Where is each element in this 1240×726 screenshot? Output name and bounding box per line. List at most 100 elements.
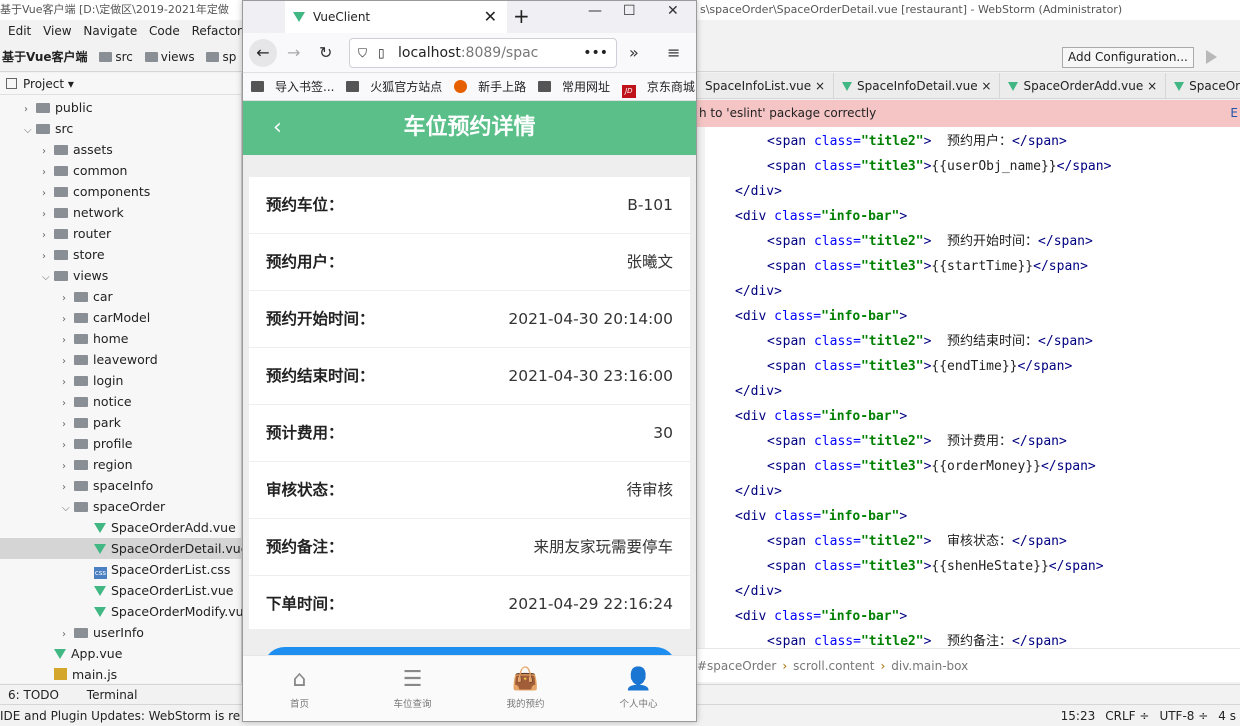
editor-tab[interactable]: SpaceInfoList.vue × [697, 73, 835, 98]
add-configuration-button[interactable]: Add Configuration... [1062, 47, 1194, 68]
tree-item[interactable]: › store [0, 244, 242, 265]
caret-position[interactable]: 15:23 [1061, 709, 1096, 723]
todo-tab[interactable]: 6: TODO [8, 688, 59, 702]
code-crumb-item[interactable]: div.main-box [891, 659, 968, 673]
chevron-right-icon[interactable]: › [42, 225, 54, 246]
chevron-down-icon[interactable]: ⌵ [24, 120, 36, 141]
tree-item[interactable]: › router [0, 223, 242, 244]
indent-setting[interactable]: 4 s [1218, 709, 1236, 723]
url-bar[interactable]: ⛉ ▯ localhost:8089/spac ••• [349, 38, 617, 68]
tree-item[interactable]: › components [0, 181, 242, 202]
tree-item[interactable]: › region [0, 454, 242, 475]
page-icon[interactable]: ▯ [378, 39, 385, 67]
tree-item[interactable]: › park [0, 412, 242, 433]
page-actions-icon[interactable]: ••• [583, 39, 608, 67]
chevron-right-icon[interactable]: › [62, 288, 74, 309]
bookmark-item[interactable]: JD 京东商城 [621, 80, 695, 98]
browser-tab[interactable]: VueClient ✕ [285, 1, 507, 33]
breadcrumb-project[interactable]: 基于Vue客户端 [2, 50, 88, 64]
line-separator[interactable]: CRLF ÷ [1105, 709, 1149, 723]
chevron-right-icon[interactable]: › [62, 456, 74, 477]
close-tab-icon[interactable]: ✕ [484, 1, 497, 33]
chevron-right-icon[interactable]: › [62, 477, 74, 498]
breadcrumb-src[interactable]: src [115, 50, 133, 64]
menu-icon[interactable]: ≡ [667, 43, 680, 62]
menu-edit[interactable]: Edit [8, 24, 31, 38]
tree-item[interactable]: › network [0, 202, 242, 223]
chevron-right-icon[interactable]: › [62, 372, 74, 393]
tab-item[interactable]: ⌂ 首页 [243, 656, 356, 722]
chevron-right-icon[interactable]: › [24, 99, 36, 120]
code-crumb-item[interactable]: #spaceOrder [697, 659, 776, 673]
tree-item[interactable]: › spaceInfo [0, 475, 242, 496]
menu-view[interactable]: View [43, 24, 71, 38]
tree-item[interactable]: › home [0, 328, 242, 349]
back-icon[interactable]: ← [249, 39, 277, 67]
tree-item[interactable]: › userInfo [0, 622, 242, 643]
run-icon[interactable] [1206, 50, 1217, 64]
tree-item[interactable]: ⌵ spaceOrder [0, 496, 242, 517]
tree-item[interactable]: SpaceOrderModify.vu [0, 601, 244, 622]
tree-item[interactable]: App.vue [0, 643, 242, 664]
tree-item[interactable]: css SpaceOrderList.css [0, 559, 242, 580]
editor-tab[interactable]: SpaceOrde [1166, 73, 1240, 98]
tree-item[interactable]: SpaceOrderAdd.vue [0, 517, 242, 538]
tab-item[interactable]: ☰ 车位查询 [356, 656, 469, 722]
overflow-icon[interactable]: » [629, 43, 639, 62]
editor-tab[interactable]: SpaceOrderAdd.vue × [1000, 73, 1167, 98]
tree-item[interactable]: › notice [0, 391, 242, 412]
chevron-right-icon[interactable]: › [62, 351, 74, 372]
chevron-right-icon[interactable]: › [62, 309, 74, 330]
tree-item[interactable]: ⌵ views [0, 265, 242, 286]
tree-item[interactable]: › assets [0, 139, 242, 160]
chevron-right-icon[interactable]: › [62, 414, 74, 435]
chevron-right-icon[interactable]: › [42, 183, 54, 204]
tree-item[interactable]: › public [0, 97, 242, 118]
close-window-icon[interactable]: ✕ [667, 3, 679, 19]
shield-icon[interactable]: ⛉ [358, 39, 367, 67]
chevron-right-icon[interactable]: › [42, 246, 54, 267]
chevron-down-icon[interactable]: ⌵ [42, 267, 54, 288]
minimize-icon[interactable]: — [588, 3, 602, 19]
chevron-right-icon[interactable]: › [42, 141, 54, 162]
tree-item[interactable]: › login [0, 370, 242, 391]
back-arrow-icon[interactable]: ‹ [273, 101, 282, 155]
maximize-icon[interactable]: ☐ [623, 3, 636, 19]
eslint-link[interactable]: E [1230, 100, 1238, 127]
status-message[interactable]: IDE and Plugin Updates: WebStorm is re [0, 709, 240, 723]
chevron-right-icon[interactable]: › [42, 162, 54, 183]
chevron-right-icon[interactable]: › [62, 393, 74, 414]
menu-navigate[interactable]: Navigate [83, 24, 137, 38]
bookmark-item[interactable]: 导入书签... [251, 80, 334, 94]
project-panel-header[interactable]: Project ▾ [0, 73, 241, 95]
bookmark-item[interactable]: 新手上路 [454, 80, 526, 94]
tree-item[interactable]: › profile [0, 433, 242, 454]
chevron-right-icon[interactable]: › [42, 204, 54, 225]
tree-item[interactable]: ⌵ src [0, 118, 242, 139]
breadcrumb-sp[interactable]: sp [222, 50, 236, 64]
new-tab-icon[interactable]: + [513, 4, 530, 28]
app-content[interactable]: 预约车位： B-101 预约用户： 张曦文 预约开始时间： 2021-04-30 20:1… [243, 155, 696, 687]
chevron-right-icon[interactable]: › [62, 624, 74, 645]
code-crumb-item[interactable]: scroll.content [793, 659, 874, 673]
tree-item[interactable]: › carModel [0, 307, 242, 328]
tree-item[interactable]: › leaveword [0, 349, 242, 370]
chevron-right-icon[interactable]: › [62, 330, 74, 351]
forward-icon[interactable]: → [287, 43, 300, 62]
menu-refactor[interactable]: Refactor [192, 24, 242, 38]
chevron-down-icon[interactable]: ⌵ [62, 498, 74, 519]
tree-item[interactable]: SpaceOrderList.vue [0, 580, 242, 601]
reload-icon[interactable]: ↻ [319, 43, 332, 62]
breadcrumb-views[interactable]: views [161, 50, 195, 64]
bookmark-item[interactable]: 火狐官方站点 [346, 80, 442, 94]
menu-code[interactable]: Code [149, 24, 180, 38]
bookmark-item[interactable]: 常用网址 [537, 80, 610, 94]
tree-item[interactable]: › common [0, 160, 242, 181]
tree-item[interactable]: main.js [0, 664, 242, 685]
file-encoding[interactable]: UTF-8 ÷ [1159, 709, 1208, 723]
editor-tab[interactable]: SpaceInfoDetail.vue × [834, 73, 1001, 98]
code-editor[interactable]: <span class="title2"> 预约用户：</span> <span … [697, 127, 1240, 649]
tab-item[interactable]: 👤 个人中心 [582, 656, 695, 722]
chevron-right-icon[interactable]: › [62, 435, 74, 456]
tab-item[interactable]: 👜 我的预约 [469, 656, 582, 722]
